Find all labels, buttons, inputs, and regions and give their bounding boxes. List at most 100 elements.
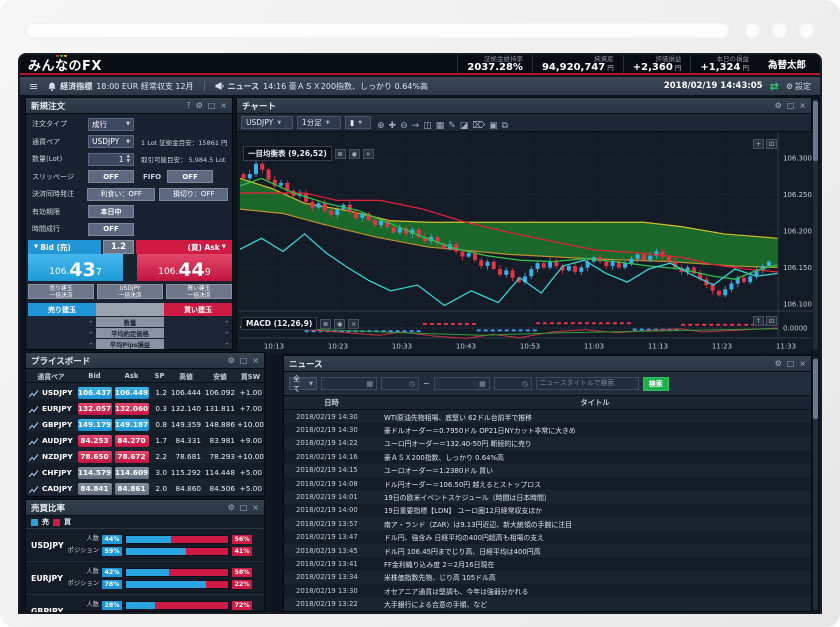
bid-button[interactable]: 132.057 — [78, 403, 112, 415]
chart-interval-select[interactable]: 1分足▼ — [297, 116, 341, 129]
order-toggle-button[interactable]: OFF — [88, 170, 134, 183]
order-toggle-button[interactable]: 本日中 — [88, 205, 134, 218]
sell-positions-header[interactable]: 売り建玉 — [28, 303, 96, 316]
news-row[interactable]: 2018/02/19 14:15ユーロオーダー＝1.2380ドル 買い — [284, 464, 811, 477]
bulk-close-button[interactable]: USDJPY一括決済 — [97, 284, 163, 299]
economic-indicator-ticker[interactable]: 経済指標 18:00 EUR 経常収支 12月 — [48, 81, 193, 92]
window-dot-2[interactable] — [771, 22, 788, 39]
quantity-stepper[interactable]: 1▲▼ — [88, 153, 134, 166]
price-board-row[interactable]: USDJPY106.437106.4491.2106.444106.092+1.… — [26, 383, 264, 399]
pane-expand-icon[interactable]: ⊡ — [766, 139, 777, 149]
scrollbar-thumb[interactable] — [813, 101, 818, 161]
eraser-icon[interactable]: ◪ — [458, 121, 471, 131]
zoom-in-icon[interactable]: ⊕ — [375, 121, 387, 131]
ask-button[interactable]: 149.187 — [115, 419, 149, 431]
news-row[interactable]: 2018/02/19 14:30豪ドルオーダー＝0.7950ドル OP21日NY… — [284, 423, 811, 436]
popout-icon[interactable]: ⧉ — [500, 121, 510, 131]
jump-latest-icon[interactable]: → — [410, 121, 422, 131]
news-row[interactable]: 2018/02/19 13:45ドル円 106.45円までじり高、日経平均は40… — [284, 544, 811, 557]
help-icon[interactable]: ? — [186, 101, 190, 110]
price-board-row[interactable]: CHFJPY114.579114.6093.0115.292114.448+5.… — [26, 463, 264, 479]
news-row[interactable]: 2018/02/19 13:22大手銀行による合意の手順、など — [284, 597, 811, 610]
indicator-settings-icon[interactable]: ≣ — [335, 149, 346, 159]
bulk-close-button[interactable]: 買い建玉一括決済 — [166, 284, 232, 299]
price-board-row[interactable]: CADJPY84.84184.8612.084.86084.506+5.00 — [26, 479, 264, 495]
news-row[interactable]: 2018/02/19 14:0119日の欧米イベントスケジュール（時間は日本時間… — [284, 490, 811, 503]
price-board-row[interactable]: GBPJPY149.179149.1870.8149.359148.886+10… — [26, 415, 264, 431]
close-icon[interactable]: × — [252, 356, 259, 365]
fifo-toggle-button[interactable]: OFF — [167, 170, 213, 183]
settings-button[interactable]: ⚙設定 — [786, 81, 811, 92]
buy-price-button[interactable]: 106.449 — [137, 254, 232, 281]
maximize-icon[interactable]: □ — [240, 356, 248, 365]
news-row[interactable]: 2018/02/19 14:16豪ＡＳＸ200指数、しっかり 0.64%高 — [284, 450, 811, 463]
buy-positions-header[interactable]: 買い建玉 — [164, 303, 232, 316]
pane-expand-icon[interactable]: ⊡ — [766, 316, 777, 326]
news-row[interactable]: 2018/02/19 14:30WTI原油先物相場、底堅い 62ドル台前半で推移 — [284, 410, 811, 423]
bid-button[interactable]: 84.841 — [78, 483, 112, 495]
order-toggle-button[interactable]: OFF — [88, 223, 134, 236]
news-row[interactable]: 2018/02/19 14:22ユーロ円オーダー＝132.40-50円 断続的に… — [284, 437, 811, 450]
indicator-visibility-icon[interactable]: ◉ — [334, 319, 345, 329]
price-board-row[interactable]: AUDJPY84.25384.2701.784.33183.981+9.00 — [26, 431, 264, 447]
chart-scrollbar[interactable] — [813, 99, 818, 350]
ask-header[interactable]: (買) Ask▼ — [136, 240, 232, 254]
news-row[interactable]: 2018/02/19 14:08ドル円オーダー＝106.50円 越えるとストップ… — [284, 477, 811, 490]
maximize-icon[interactable]: □ — [787, 101, 795, 110]
draw-icon[interactable]: ✎ — [446, 121, 458, 131]
news-row[interactable]: 2018/02/19 13:41FF金利織り込み度 2＝2月16日現在 — [284, 557, 811, 570]
chart-type-select[interactable]: ▮▼ — [345, 116, 371, 129]
sell-price-button[interactable]: 106.437 — [28, 254, 123, 281]
indicator-close-icon[interactable]: × — [363, 149, 374, 159]
chart-link-icon[interactable] — [26, 479, 42, 498]
indicator-close-icon[interactable]: × — [348, 319, 359, 329]
time-from-input[interactable]: ◷ — [381, 377, 419, 390]
bulk-close-button[interactable]: 売り建玉一括決済 — [28, 284, 94, 299]
gear-icon[interactable]: ⚙ — [775, 359, 782, 368]
pane-collapse-icon[interactable]: + — [753, 139, 764, 149]
maximize-icon[interactable]: □ — [208, 101, 216, 110]
stop-loss-button[interactable]: 損切り：OFF — [159, 188, 228, 201]
account-username[interactable]: 為替太郎 — [758, 57, 820, 71]
bid-button[interactable]: 149.179 — [78, 419, 112, 431]
date-from-input[interactable]: ▦ — [321, 377, 377, 390]
bid-button[interactable]: 78.650 — [78, 451, 112, 463]
hamburger-menu-icon[interactable]: ≡ — [29, 80, 38, 93]
news-search-input[interactable] — [536, 377, 639, 390]
down-arrow-icon[interactable]: ▼ — [127, 159, 130, 164]
price-board-row[interactable]: EURJPY132.057132.0600.3132.140131.811+7.… — [26, 399, 264, 415]
bid-header[interactable]: ▼Bid (売) — [28, 240, 101, 254]
indicators-icon[interactable]: ◫ — [421, 121, 434, 131]
save-icon[interactable]: ▦ — [434, 121, 447, 131]
indicator-visibility-icon[interactable]: ◉ — [349, 149, 360, 159]
pane-collapse-icon[interactable]: ↑ — [753, 316, 764, 326]
maximize-icon[interactable]: □ — [787, 359, 795, 368]
time-to-input[interactable]: ◷ — [494, 377, 532, 390]
stepper-arrows[interactable]: ▲▼ — [127, 154, 130, 164]
gear-icon[interactable]: ⚙ — [196, 101, 203, 110]
ask-button[interactable]: 132.060 — [115, 403, 149, 415]
swap-arrows-icon[interactable]: ⇄ — [770, 80, 779, 93]
news-scrollbar[interactable] — [813, 357, 818, 610]
news-scope-select[interactable]: 全て▼ — [289, 377, 317, 390]
zoom-out-icon[interactable]: ⊖ — [398, 121, 410, 131]
trash-icon[interactable]: ⌦ — [470, 121, 487, 131]
window-dot-3[interactable] — [798, 22, 815, 39]
date-to-input[interactable]: ▦ — [434, 377, 490, 390]
maximize-icon[interactable]: □ — [240, 503, 248, 512]
news-row[interactable]: 2018/02/19 13:47ドル円、強含み 日経平均の400円超高も相場の支… — [284, 531, 811, 544]
take-profit-button[interactable]: 利食い：OFF — [87, 188, 156, 201]
ask-button[interactable]: 84.861 — [115, 483, 149, 495]
news-row[interactable]: 2018/02/19 13:30オセアニア通貨は堅調も、今年は強弱分かれる — [284, 584, 811, 597]
bid-button[interactable]: 106.437 — [78, 387, 112, 399]
order-通貨ペア-select[interactable]: USDJPY▼ — [88, 135, 134, 148]
news-ticker[interactable]: ニュース 14:16 豪ＡＳＸ200指数、しっかり 0.64%高 — [215, 81, 428, 92]
address-bar[interactable] — [25, 22, 730, 39]
gear-icon[interactable]: ⚙ — [228, 503, 235, 512]
crosshair-icon[interactable]: ✚ — [387, 121, 399, 131]
ask-button[interactable]: 106.449 — [115, 387, 149, 399]
layout-icon[interactable]: ▣ — [487, 121, 500, 131]
news-row[interactable]: 2018/02/19 13:57南ア・ランド（ZAR）は9.13円近辺、新大統領… — [284, 517, 811, 530]
close-icon[interactable]: × — [252, 503, 259, 512]
chart-symbol-select[interactable]: USDJPY▼ — [241, 116, 293, 129]
